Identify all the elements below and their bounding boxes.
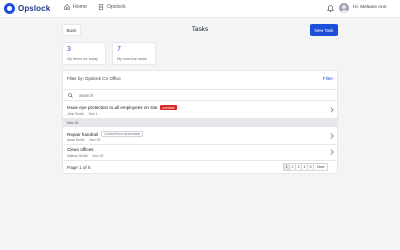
chevron-right-icon xyxy=(330,107,334,113)
home-icon xyxy=(64,4,70,10)
brand-name: Opslock xyxy=(18,4,51,13)
task-date: Dec 1 xyxy=(88,112,98,116)
task-assignee: Nathan Smith xyxy=(67,154,88,158)
nav-home[interactable]: Home xyxy=(64,4,87,10)
new-task-button[interactable]: New Task xyxy=(310,24,338,36)
chevron-right-icon xyxy=(330,149,334,155)
stat-value: 3 xyxy=(67,46,71,53)
nav-home-label: Home xyxy=(73,4,87,10)
document-icon xyxy=(98,4,104,10)
date-group-header: Nov 15 xyxy=(63,119,337,127)
nav-opslock[interactable]: Opslock xyxy=(98,4,126,10)
task-meta: Nathan Smith Nov 15 xyxy=(67,154,103,158)
task-title: Clean offices xyxy=(67,147,93,152)
chevron-right-icon xyxy=(330,133,334,139)
task-row[interactable]: Repair handrail Created from observation… xyxy=(63,128,337,145)
task-date: Nov 15 xyxy=(89,138,101,142)
task-row[interactable]: Issue eye protection to all employees on… xyxy=(63,102,337,119)
search-input[interactable] xyxy=(79,92,279,98)
pagination: 1 2 3 4 5 Next xyxy=(283,163,329,171)
task-title: Issue eye protection to all employees on… xyxy=(67,105,177,110)
nav-opslock-label: Opslock xyxy=(107,4,126,10)
bell-icon[interactable] xyxy=(327,4,334,12)
task-meta: John Smith Dec 1 xyxy=(67,112,98,116)
user-greeting[interactable]: Hi, Melanie Ann xyxy=(353,5,387,10)
top-bar: Opslock Home Opslock Hi, Melanie Ann xyxy=(0,0,400,18)
task-assignee: John Smith xyxy=(67,112,84,116)
page-title: Tasks xyxy=(191,26,209,33)
search-icon xyxy=(68,92,73,98)
task-title-text: Repair handrail xyxy=(67,131,99,137)
task-assignee: Anna Smith xyxy=(67,138,85,142)
search-bar[interactable] xyxy=(63,89,337,101)
filter-link[interactable]: Filter xyxy=(323,76,333,81)
opslock-logo-icon xyxy=(4,3,15,14)
overdue-badge: overdue xyxy=(160,105,177,110)
page-info: Page 1 of 5 xyxy=(67,165,91,170)
next-page-button[interactable]: Next xyxy=(313,163,329,171)
task-title-text: Clean offices xyxy=(67,147,94,152)
stat-card-items-today[interactable]: 3 My items for today xyxy=(62,42,106,65)
stat-label: My items for today xyxy=(67,57,99,61)
stat-card-overdue-tasks[interactable]: 7 My overdue tasks xyxy=(112,42,156,65)
filter-title: Filter by: Opslock CX Office xyxy=(67,76,121,81)
stat-label: My overdue tasks xyxy=(117,57,147,61)
task-meta: Anna Smith Nov 15 xyxy=(67,138,100,142)
task-list-panel: Filter by: Opslock CX Office Filter Issu… xyxy=(62,70,338,174)
task-title-text: Issue eye protection to all employees on… xyxy=(67,105,158,110)
task-title: Repair handrail Created from observation xyxy=(67,131,144,137)
task-date: Nov 15 xyxy=(92,154,104,158)
task-row[interactable]: Clean offices Nathan Smith Nov 15 xyxy=(63,144,337,161)
observation-badge: Created from observation xyxy=(101,131,144,137)
avatar[interactable] xyxy=(339,3,349,13)
stat-value: 7 xyxy=(117,46,121,53)
brand-logo[interactable]: Opslock xyxy=(4,3,50,14)
